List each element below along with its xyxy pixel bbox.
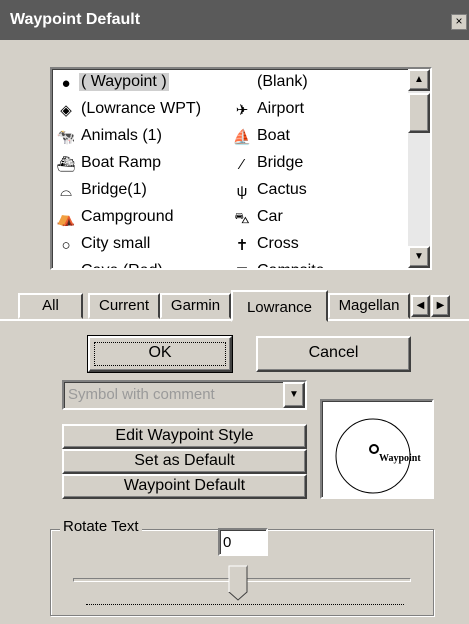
arrow-left-icon: ◀ bbox=[416, 300, 425, 311]
symbol-label: Campground bbox=[81, 208, 174, 225]
display-style-select[interactable]: Symbol with comment ▼ bbox=[62, 380, 307, 410]
symbol-label: Cactus bbox=[257, 181, 307, 198]
set-as-default-button[interactable]: Set as Default bbox=[62, 449, 307, 474]
symbol-label: Boat bbox=[257, 127, 290, 144]
scroll-down-button[interactable]: ▼ bbox=[408, 246, 430, 268]
animal-icon: 🐄 bbox=[56, 129, 76, 146]
tab-magellan[interactable]: Magellan bbox=[328, 293, 410, 319]
waypoint-dot-icon: ● bbox=[61, 75, 71, 92]
symbol-label: Car bbox=[257, 208, 283, 225]
partial-icon: ● bbox=[56, 263, 76, 268]
symbol-label: Bridge bbox=[257, 154, 304, 171]
list-scrollbar[interactable]: ▲ ▼ bbox=[408, 69, 430, 268]
rotate-text-label: Rotate Text bbox=[60, 518, 142, 535]
tab-current[interactable]: Current bbox=[88, 293, 160, 319]
symbol-label: Cross bbox=[257, 235, 299, 252]
symbol-label: (Lowrance WPT) bbox=[81, 100, 202, 117]
window-title: Waypoint Default bbox=[10, 11, 141, 28]
symbol-preview: Waypoint bbox=[320, 399, 434, 499]
scroll-up-icon: ▲ bbox=[414, 74, 424, 85]
car-icon: ⛍ bbox=[234, 210, 250, 227]
symbol-label: ( Waypoint ) bbox=[79, 73, 169, 91]
rotate-value-input[interactable] bbox=[223, 533, 263, 551]
rotate-value-field[interactable] bbox=[218, 528, 268, 556]
focus-rect bbox=[94, 342, 226, 366]
waypoint-dot-icon bbox=[369, 444, 379, 454]
symbol-label: City small bbox=[81, 235, 151, 252]
display-style-value: Symbol with comment bbox=[68, 386, 215, 403]
cancel-button[interactable]: Cancel bbox=[256, 336, 411, 372]
slider-ticks bbox=[86, 604, 404, 606]
city-small-icon: ○ bbox=[61, 237, 71, 254]
scroll-up-button[interactable]: ▲ bbox=[408, 69, 430, 91]
symbol-label: Airport bbox=[257, 100, 305, 117]
tab-scroll-right-button[interactable]: ▶ bbox=[431, 295, 450, 317]
symbol-label: Campsite bbox=[257, 262, 325, 268]
symbol-list-items: ● ( Waypoint ) ◈ (Lowrance WPT) 🐄 Animals (1)… bbox=[52, 69, 404, 268]
arrow-right-icon: ▶ bbox=[436, 300, 445, 311]
rotate-slider-thumb[interactable] bbox=[228, 565, 248, 601]
bridge-icon: ⌓ bbox=[60, 183, 72, 200]
waypoint-default-button[interactable]: Waypoint Default bbox=[62, 474, 307, 499]
partial-icon: ⊞ bbox=[232, 263, 252, 268]
symbol-list[interactable]: ● ( Waypoint ) ◈ (Lowrance WPT) 🐄 Animals (1)… bbox=[50, 67, 432, 270]
symbol-label: Bridge(1) bbox=[81, 181, 147, 198]
edit-waypoint-style-button[interactable]: Edit Waypoint Style bbox=[62, 424, 307, 449]
chevron-down-icon: ▼ bbox=[289, 389, 299, 400]
symbol-label: Boat Ramp bbox=[81, 154, 162, 171]
campground-icon: ⛺ bbox=[56, 210, 76, 227]
dropdown-button[interactable]: ▼ bbox=[283, 382, 305, 408]
cross-icon: ✝ bbox=[235, 237, 249, 254]
title-bar: Waypoint Default × bbox=[0, 0, 469, 40]
airport-icon: ✈ bbox=[235, 102, 249, 119]
lowrance-diamond-icon: ◈ bbox=[60, 102, 72, 119]
scroll-down-icon: ▼ bbox=[414, 251, 424, 262]
symbol-label: Animals (1) bbox=[81, 127, 162, 144]
tab-all[interactable]: All bbox=[18, 293, 83, 319]
slider-thumb-shape bbox=[228, 565, 248, 601]
tab-lowrance[interactable]: Lowrance bbox=[231, 290, 328, 322]
preview-label: Waypoint bbox=[379, 453, 421, 464]
close-icon[interactable]: × bbox=[451, 14, 467, 30]
preview-canvas: Waypoint bbox=[335, 418, 421, 494]
tab-scroll-left-button[interactable]: ◀ bbox=[411, 295, 430, 317]
cactus-icon: ψ bbox=[236, 183, 248, 200]
ok-button[interactable]: OK bbox=[87, 335, 233, 373]
scroll-thumb[interactable] bbox=[408, 93, 430, 133]
tab-garmin[interactable]: Garmin bbox=[160, 293, 231, 319]
symbol-label: Cave (Red) bbox=[81, 262, 163, 268]
symbol-label: (Blank) bbox=[257, 73, 308, 90]
boat-icon: ⛵ bbox=[232, 129, 252, 146]
boat-ramp-icon: ⛴ bbox=[56, 156, 76, 173]
blank-icon bbox=[232, 74, 252, 94]
bridge-icon: ⁄ bbox=[240, 156, 244, 173]
